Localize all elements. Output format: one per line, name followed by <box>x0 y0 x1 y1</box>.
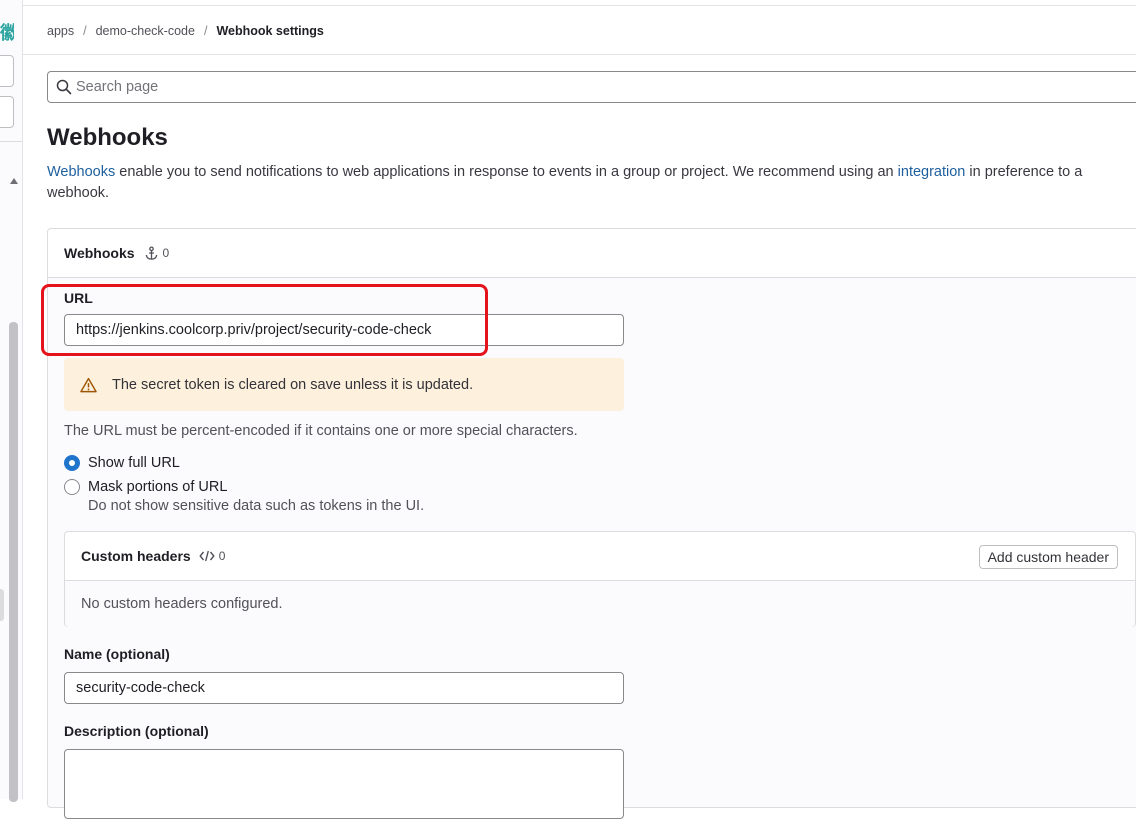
webhooks-count: 0 <box>144 245 170 261</box>
anchor-icon <box>145 245 157 260</box>
sidebar-button[interactable] <box>0 55 14 87</box>
webhooks-docs-link[interactable]: Webhooks <box>47 164 115 180</box>
breadcrumb-item-apps[interactable]: apps <box>47 24 74 38</box>
custom-headers-header: Custom headers 0 Add custom header <box>65 532 1135 581</box>
scrollbar-thumb[interactable] <box>9 322 18 802</box>
mask-help-text: Do not show sensitive data such as token… <box>88 498 425 514</box>
radio-label: Show full URL <box>88 455 180 471</box>
radio-label: Mask portions of URL <box>88 479 228 495</box>
sidebar-divider <box>0 141 22 142</box>
sidebar: 徽 <box>0 0 23 802</box>
radio-show-full-url[interactable]: Show full URL <box>64 455 180 471</box>
name-field[interactable]: security-code-check <box>64 672 624 704</box>
custom-headers-count-value: 0 <box>218 549 226 563</box>
custom-headers-count: 0 <box>199 549 226 563</box>
intro-text: enable you to send notifications to web … <box>115 164 898 180</box>
webhooks-card-title: Webhooks <box>64 245 135 261</box>
sidebar-button[interactable] <box>0 96 14 128</box>
custom-headers-card: Custom headers 0 Add custom header No cu… <box>64 531 1136 627</box>
webhooks-count-value: 0 <box>162 246 170 260</box>
radio-mask-url[interactable]: Mask portions of URL <box>64 479 227 495</box>
url-highlight-annotation <box>41 284 488 356</box>
url-help-text: The URL must be percent-encoded if it co… <box>64 423 578 439</box>
radio-button[interactable] <box>64 479 80 495</box>
breadcrumb: apps / demo-check-code / Webhook setting… <box>47 24 324 38</box>
breadcrumb-current: Webhook settings <box>216 24 324 38</box>
webhooks-card-header: Webhooks 0 <box>48 229 1136 278</box>
code-icon <box>199 550 215 562</box>
radio-button-checked[interactable] <box>64 455 80 471</box>
integration-link[interactable]: integration <box>898 164 966 180</box>
sidebar-active-marker <box>0 589 4 621</box>
page-description: Webhooks enable you to send notification… <box>47 162 1127 204</box>
breadcrumb-separator: / <box>203 24 208 38</box>
top-divider <box>23 5 1136 6</box>
add-custom-header-button[interactable]: Add custom header <box>978 545 1118 569</box>
alert-text: The secret token is cleared on save unle… <box>112 376 474 393</box>
header-divider <box>23 54 1136 55</box>
scroll-up-icon[interactable] <box>10 178 18 184</box>
custom-headers-title: Custom headers <box>81 548 191 564</box>
secret-token-alert: The secret token is cleared on save unle… <box>64 358 624 411</box>
logo-icon[interactable]: 徽 <box>0 22 14 44</box>
breadcrumb-item-project[interactable]: demo-check-code <box>96 24 195 38</box>
name-label: Name (optional) <box>64 646 170 662</box>
search-placeholder: Search page <box>76 79 159 95</box>
description-field[interactable] <box>64 749 624 819</box>
breadcrumb-separator: / <box>83 24 87 38</box>
warning-icon <box>80 377 97 392</box>
search-input[interactable]: Search page <box>47 71 1136 103</box>
search-icon <box>56 79 72 95</box>
description-label: Description (optional) <box>64 723 209 739</box>
page-title: Webhooks <box>47 124 168 151</box>
custom-headers-empty: No custom headers configured. <box>65 581 1135 627</box>
